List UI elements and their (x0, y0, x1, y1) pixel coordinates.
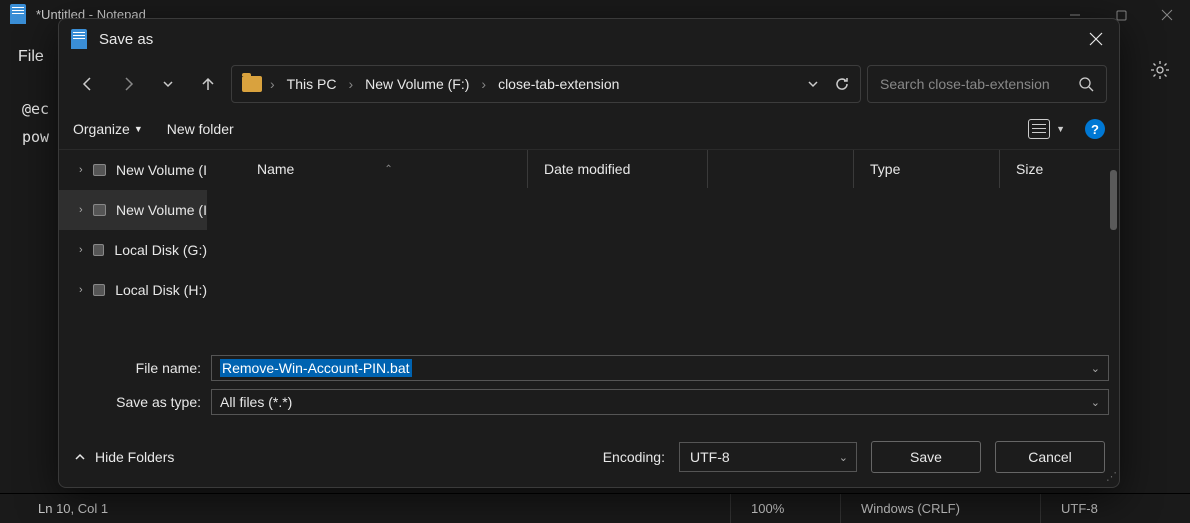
tree-item[interactable]: › New Volume (I (59, 150, 207, 190)
chevron-right-icon: › (79, 164, 83, 176)
status-zoom: 100% (730, 494, 840, 523)
status-position: Ln 10, Col 1 (18, 494, 730, 523)
drive-icon (93, 244, 105, 256)
search-box[interactable] (867, 65, 1107, 103)
encoding-select[interactable]: UTF-8 ⌄ (679, 442, 857, 472)
encoding-value: UTF-8 (690, 449, 730, 465)
new-folder-button[interactable]: New folder (167, 121, 234, 137)
nav-back-button[interactable] (71, 67, 105, 101)
sort-asc-icon: ⌃ (384, 164, 392, 175)
nav-up-button[interactable] (191, 67, 225, 101)
refresh-icon[interactable] (834, 76, 850, 92)
status-eol: Windows (CRLF) (840, 494, 1040, 523)
save-type-label: Save as type: (69, 394, 211, 410)
hide-folders-label: Hide Folders (95, 449, 174, 465)
folder-icon (242, 76, 262, 92)
column-header-type[interactable]: Type (853, 150, 999, 188)
folder-tree: › New Volume (I › New Volume (I › Local … (59, 150, 207, 347)
breadcrumb-item[interactable]: New Volume (F:) (361, 76, 473, 92)
menu-file[interactable]: File (18, 48, 44, 66)
column-header-size[interactable]: Size (999, 150, 1119, 188)
caret-down-icon: ▼ (134, 124, 143, 134)
tree-item[interactable]: › Local Disk (H:) (59, 270, 207, 310)
drive-icon (93, 284, 106, 296)
caret-down-icon: ▼ (1056, 124, 1065, 134)
chevron-down-icon[interactable]: ⌄ (839, 451, 848, 464)
dialog-close-button[interactable] (1073, 19, 1119, 59)
drive-icon (93, 204, 106, 216)
cancel-button[interactable]: Cancel (995, 441, 1105, 473)
tree-item-label: Local Disk (H:) (115, 282, 207, 298)
save-type-select[interactable]: All files (*.*) ⌄ (211, 389, 1109, 415)
organize-button[interactable]: Organize ▼ (73, 121, 143, 137)
file-name-input[interactable]: Remove-Win-Account-PIN.bat ⌄ (211, 355, 1109, 381)
chevron-right-icon: › (346, 76, 355, 92)
column-header-type[interactable] (707, 150, 853, 188)
tree-item-label: New Volume (I (116, 202, 207, 218)
dialog-title: Save as (99, 31, 153, 48)
status-encoding: UTF-8 (1040, 494, 1190, 523)
chevron-right-icon: › (79, 284, 83, 296)
chevron-right-icon: › (268, 76, 277, 92)
notepad-app-icon (10, 4, 26, 24)
nav-recent-button[interactable] (151, 67, 185, 101)
editor-line: pow (22, 128, 49, 146)
breadcrumb-item[interactable]: This PC (283, 76, 341, 92)
tree-item[interactable]: › New Volume (I (59, 190, 207, 230)
column-header-date[interactable]: Date modified (527, 150, 707, 188)
settings-icon[interactable] (1150, 60, 1170, 80)
save-type-value: All files (*.*) (220, 394, 292, 410)
tree-item[interactable]: › Local Disk (G:) (59, 230, 207, 270)
search-input[interactable] (880, 76, 1078, 92)
save-as-dialog: Save as › This PC › New Volume (F:) › cl… (58, 18, 1120, 488)
chevron-right-icon: › (79, 244, 83, 256)
editor-line: @ec (22, 100, 49, 118)
file-name-label: File name: (69, 360, 211, 376)
chevron-down-icon[interactable] (806, 77, 820, 91)
file-list[interactable]: Name ⌃ Date modified Type Size (207, 150, 1119, 347)
close-button[interactable] (1144, 0, 1190, 30)
encoding-label: Encoding: (603, 449, 665, 465)
tree-item-label: Local Disk (G:) (114, 242, 207, 258)
chevron-right-icon: › (79, 204, 83, 216)
file-name-value: Remove-Win-Account-PIN.bat (220, 359, 412, 377)
chevron-down-icon[interactable]: ⌄ (1091, 396, 1100, 409)
dialog-app-icon (71, 29, 87, 49)
help-icon[interactable]: ? (1085, 119, 1105, 139)
save-button[interactable]: Save (871, 441, 981, 473)
nav-forward-button[interactable] (111, 67, 145, 101)
scrollbar-thumb[interactable] (1110, 170, 1117, 230)
view-mode-button[interactable]: ▼ (1028, 119, 1065, 139)
chevron-right-icon: › (479, 76, 488, 92)
breadcrumb-item[interactable]: close-tab-extension (494, 76, 623, 92)
drive-icon (93, 164, 106, 176)
organize-label: Organize (73, 121, 130, 137)
chevron-up-icon (73, 450, 87, 464)
column-header-name[interactable]: Name ⌃ (207, 150, 527, 188)
search-icon[interactable] (1078, 76, 1094, 92)
address-bar[interactable]: › This PC › New Volume (F:) › close-tab-… (231, 65, 861, 103)
chevron-down-icon[interactable]: ⌄ (1091, 362, 1100, 375)
list-view-icon (1028, 119, 1050, 139)
resize-grip[interactable]: ⋰ (1106, 470, 1115, 483)
hide-folders-button[interactable]: Hide Folders (73, 449, 174, 465)
tree-item-label: New Volume (I (116, 162, 207, 178)
